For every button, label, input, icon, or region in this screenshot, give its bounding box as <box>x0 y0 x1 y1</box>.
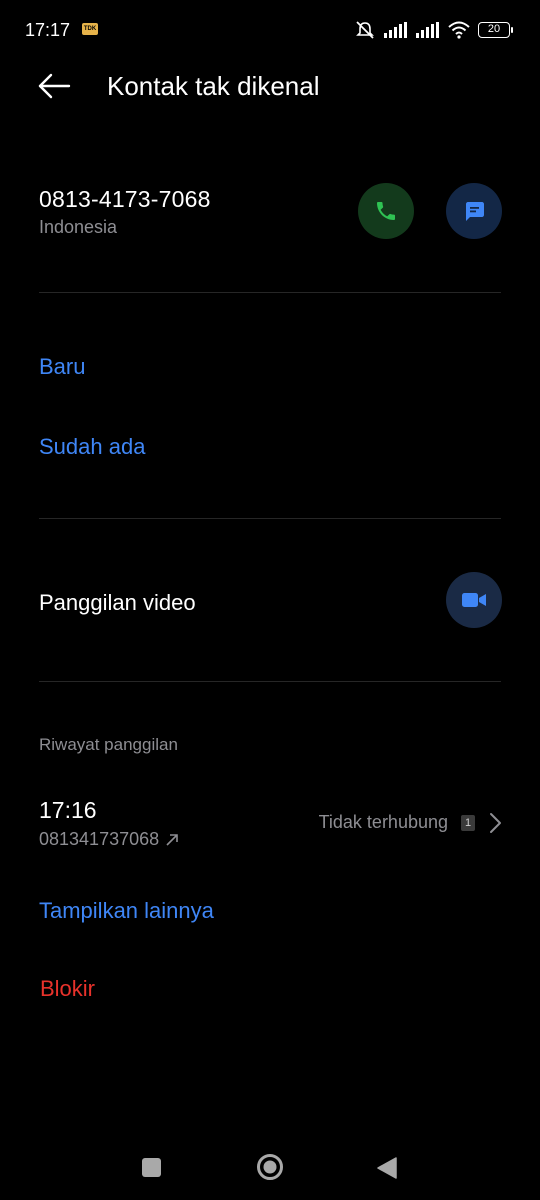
phone-icon <box>377 202 395 220</box>
signal-icon <box>416 22 439 38</box>
recent-apps-button[interactable] <box>142 1158 161 1177</box>
message-icon <box>466 202 484 221</box>
video-camera-icon <box>462 593 486 607</box>
navigation-bar <box>0 1140 540 1200</box>
message-button[interactable] <box>446 183 502 239</box>
call-button[interactable] <box>358 183 414 239</box>
home-button[interactable] <box>256 1153 284 1181</box>
divider <box>39 681 501 682</box>
call-time: 17:16 <box>39 797 97 823</box>
divider <box>39 292 501 293</box>
call-history-title: Riwayat panggilan <box>39 735 178 754</box>
phone-region: Indonesia <box>39 217 118 237</box>
mute-icon <box>356 21 374 39</box>
nav-back-button[interactable] <box>376 1156 398 1180</box>
chevron-right-icon <box>490 813 501 833</box>
call-number-line: 081341737068 <box>39 829 179 850</box>
video-call-button[interactable] <box>446 572 502 628</box>
call-status: Tidak terhubung <box>318 812 448 832</box>
call-count-badge: 1 <box>461 815 475 831</box>
phone-number: 0813-4173-7068 <box>39 186 211 212</box>
page-title: Kontak tak dikenal <box>107 71 320 101</box>
existing-contact-button[interactable]: Sudah ada <box>39 434 145 460</box>
call-history-row[interactable]: 17:16 081341737068 Tidak terhubung 1 <box>0 790 540 862</box>
notification-app-icon: TDK <box>82 23 98 35</box>
call-number: 081341737068 <box>39 829 160 849</box>
status-time: 17:17 <box>25 20 71 40</box>
video-call-label: Panggilan video <box>39 590 196 615</box>
battery-icon: 20 <box>478 22 513 38</box>
back-arrow-icon[interactable] <box>36 70 72 102</box>
wifi-icon <box>448 21 470 39</box>
signal-icon <box>384 22 407 38</box>
block-button[interactable]: Blokir <box>40 976 95 1002</box>
show-more-button[interactable]: Tampilkan lainnya <box>39 898 214 924</box>
status-bar: 17:17 TDK 20 <box>0 0 540 60</box>
screen: 17:17 TDK 20 Kontak tak dikenal 0813-417… <box>0 0 540 1200</box>
divider <box>39 518 501 519</box>
outgoing-arrow-icon <box>166 833 178 846</box>
app-header: Kontak tak dikenal <box>0 60 540 116</box>
new-contact-button[interactable]: Baru <box>39 354 85 380</box>
status-icons: 20 <box>354 20 513 40</box>
